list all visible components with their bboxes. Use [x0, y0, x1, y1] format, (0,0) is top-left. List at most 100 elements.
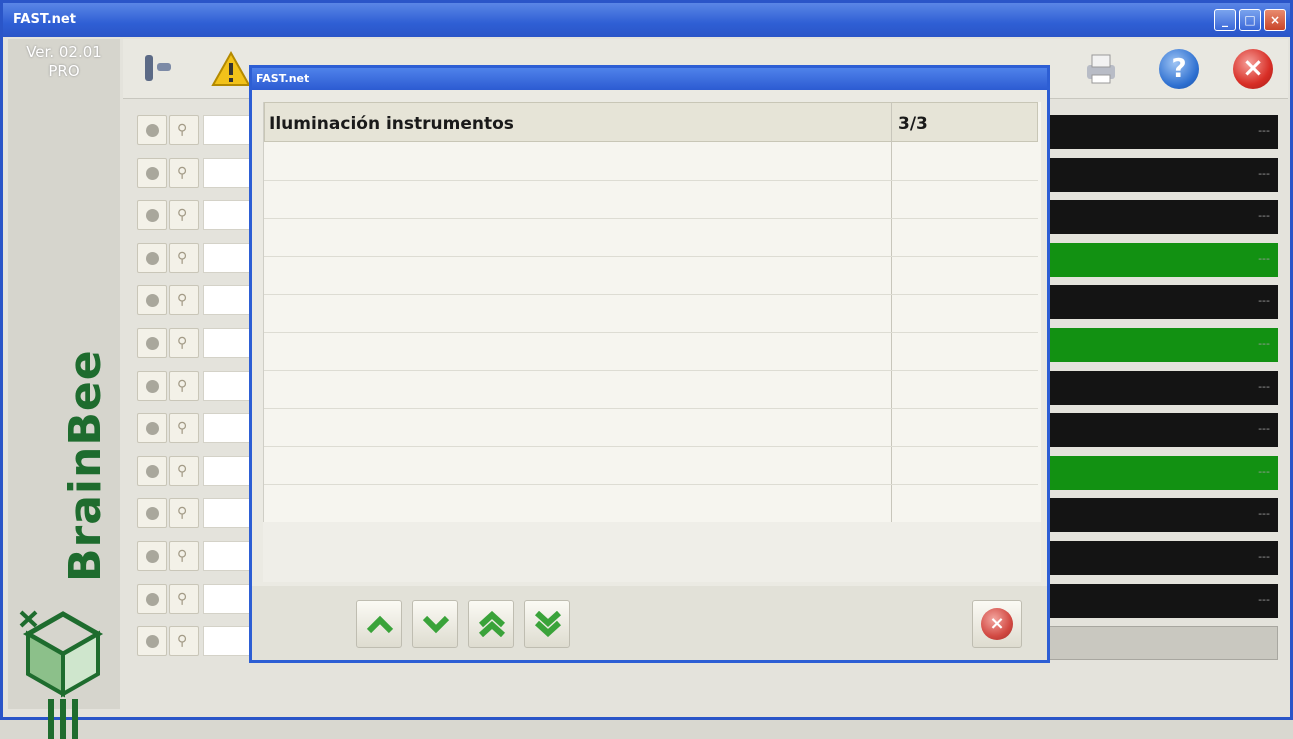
status-bar: ---: [1046, 584, 1278, 618]
help-icon[interactable]: ?: [1159, 49, 1199, 89]
channel-row: ⚲: [135, 624, 255, 658]
channel-field: [203, 328, 255, 358]
magnifier-icon: ⚲: [177, 420, 188, 436]
channel-row: ⚲: [135, 241, 255, 275]
version-number: Ver. 02.01: [26, 43, 102, 61]
led-icon: [146, 465, 159, 478]
grid-line: [264, 256, 1038, 257]
version-edition: PRO: [48, 62, 80, 80]
minimize-icon[interactable]: _: [1214, 9, 1236, 31]
brainbee-logo-icon: [19, 610, 104, 739]
status-led-button[interactable]: [137, 541, 167, 571]
channel-field: [203, 498, 255, 528]
page-up-icon: [478, 611, 506, 637]
line-up-button[interactable]: [356, 600, 402, 648]
inspect-button[interactable]: ⚲: [169, 584, 199, 614]
status-value: ---: [1258, 550, 1270, 563]
page-down-button[interactable]: [524, 600, 570, 648]
status-value: ---: [1258, 507, 1270, 520]
status-bar: ---: [1046, 285, 1278, 319]
status-led-button[interactable]: [137, 413, 167, 443]
grid-line: [264, 218, 1038, 219]
line-down-button[interactable]: [412, 600, 458, 648]
led-icon: [146, 422, 159, 435]
status-led-button[interactable]: [137, 626, 167, 656]
status-bar: ---: [1046, 328, 1278, 362]
channel-row: ⚲: [135, 454, 255, 488]
led-icon: [146, 593, 159, 606]
app-window: FAST.net _ □ × Ver. 02.01 PRO BrainBee ?…: [0, 0, 1293, 739]
channel-row: ⚲: [135, 539, 255, 573]
tools-icon[interactable]: [137, 49, 177, 89]
status-led-button[interactable]: [137, 456, 167, 486]
inspect-button[interactable]: ⚲: [169, 115, 199, 145]
page-up-button[interactable]: [468, 600, 514, 648]
channel-field: [203, 243, 255, 273]
led-icon: [146, 252, 159, 265]
magnifier-icon: ⚲: [177, 463, 188, 479]
status-led-button[interactable]: [137, 243, 167, 273]
status-value: ---: [1258, 422, 1270, 435]
magnifier-icon: ⚲: [177, 505, 188, 521]
magnifier-icon: ⚲: [177, 335, 188, 351]
channel-field: [203, 413, 255, 443]
status-led-button[interactable]: [137, 158, 167, 188]
grid-line: [264, 446, 1038, 447]
inspect-button[interactable]: ⚲: [169, 158, 199, 188]
led-icon: [146, 124, 159, 137]
dialog-close-button[interactable]: ×: [972, 600, 1022, 648]
status-value: ---: [1258, 380, 1270, 393]
status-bar: ---: [1046, 371, 1278, 405]
status-bar: [1046, 626, 1278, 660]
inspect-button[interactable]: ⚲: [169, 243, 199, 273]
channel-field: [203, 584, 255, 614]
status-bar: ---: [1046, 243, 1278, 277]
status-led-button[interactable]: [137, 371, 167, 401]
version-label: Ver. 02.01 PRO: [8, 43, 120, 81]
inspect-button[interactable]: ⚲: [169, 456, 199, 486]
inspect-button[interactable]: ⚲: [169, 413, 199, 443]
led-icon: [146, 550, 159, 563]
dialog-footer: ×: [252, 586, 1047, 660]
status-bar: ---: [1046, 541, 1278, 575]
status-led-button[interactable]: [137, 115, 167, 145]
status-led-button[interactable]: [137, 200, 167, 230]
channel-field: [203, 456, 255, 486]
channel-field: [203, 371, 255, 401]
close-icon[interactable]: ×: [1264, 9, 1286, 31]
column-divider: [891, 102, 892, 522]
status-led-button[interactable]: [137, 328, 167, 358]
status-led-button[interactable]: [137, 584, 167, 614]
grid-header-label: Iluminación instrumentos: [269, 114, 514, 134]
status-value: ---: [1258, 167, 1270, 180]
inspect-button[interactable]: ⚲: [169, 498, 199, 528]
dialog-title: FAST.net: [252, 68, 1047, 90]
exit-icon[interactable]: ×: [1233, 49, 1273, 89]
warning-icon[interactable]: [211, 49, 251, 89]
grid-line: [264, 180, 1038, 181]
channel-row: ⚲: [135, 113, 255, 147]
channel-row: ⚲: [135, 496, 255, 530]
status-bar: ---: [1046, 456, 1278, 490]
status-led-button[interactable]: [137, 285, 167, 315]
inspect-button[interactable]: ⚲: [169, 371, 199, 401]
led-icon: [146, 167, 159, 180]
channel-field: [203, 626, 255, 656]
inspect-button[interactable]: ⚲: [169, 200, 199, 230]
maximize-icon[interactable]: □: [1239, 9, 1261, 31]
inspect-button[interactable]: ⚲: [169, 626, 199, 656]
magnifier-icon: ⚲: [177, 548, 188, 564]
inspect-button[interactable]: ⚲: [169, 541, 199, 571]
status-led-button[interactable]: [137, 498, 167, 528]
inspect-button[interactable]: ⚲: [169, 328, 199, 358]
grid-header-page: 3/3: [898, 114, 928, 134]
print-icon[interactable]: [1081, 49, 1121, 89]
status-value: ---: [1258, 209, 1270, 222]
status-value: ---: [1258, 252, 1270, 265]
inspect-button[interactable]: ⚲: [169, 285, 199, 315]
page-down-icon: [534, 611, 562, 637]
magnifier-icon: ⚲: [177, 122, 188, 138]
channel-row: ⚲: [135, 411, 255, 445]
magnifier-icon: ⚲: [177, 591, 188, 607]
status-value: ---: [1258, 294, 1270, 307]
